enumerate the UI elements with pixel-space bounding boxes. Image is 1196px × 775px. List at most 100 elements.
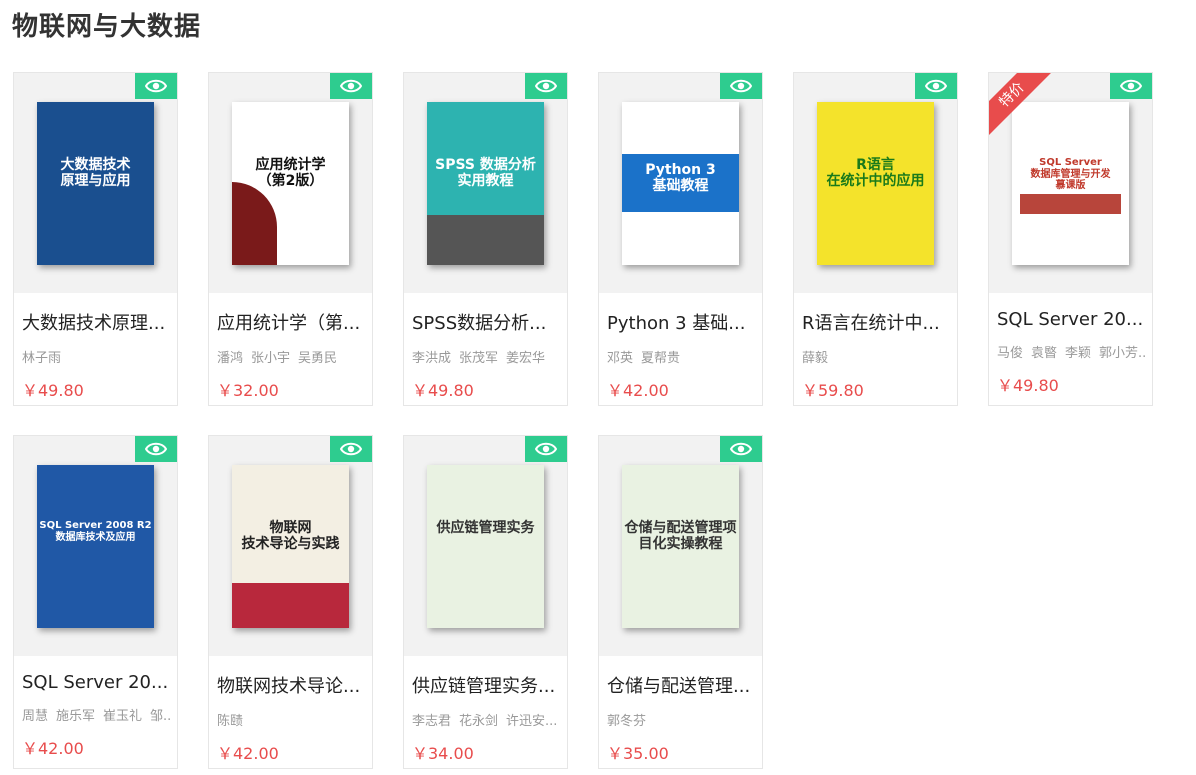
book-card[interactable]: 供应链管理实务 供应链管理实务... 李志君 花永剑 许迅安... ￥34.00 [403, 435, 568, 769]
book-cover-text: 物联网 技术导论与实践 [241, 520, 340, 553]
book-cover-image[interactable]: SQL Server 数据库管理与开发 慕课版 [1012, 102, 1129, 265]
author-name[interactable]: 潘鸿 [217, 351, 243, 365]
book-title[interactable]: SPSS数据分析... [412, 309, 562, 335]
book-card[interactable]: 物联网 技术导论与实践 物联网技术导论... 陈赜 ￥42.00 [208, 435, 373, 769]
book-cover-area[interactable]: SQL Server 2008 R2 数据库技术及应用 [14, 436, 177, 656]
author-name[interactable]: 周慧 [22, 709, 48, 723]
book-title[interactable]: SQL Server 20... [997, 309, 1147, 330]
author-name[interactable]: 郭冬芬 [607, 714, 646, 728]
book-title[interactable]: SQL Server 20... [22, 672, 172, 693]
book-cover-text: SQL Server 数据库管理与开发 慕课版 [1030, 157, 1111, 191]
book-card[interactable]: SQL Server 数据库管理与开发 慕课版 特价 SQL Server 20..… [988, 72, 1153, 406]
book-info: Python 3 基础... 邓英 夏帮贵 ￥42.00 [607, 293, 757, 401]
author-name[interactable]: 夏帮贵 [641, 351, 680, 365]
book-title[interactable]: 大数据技术原理... [22, 309, 172, 335]
book-info: SQL Server 20... 周慧施乐军崔玉礼邹... ￥42.00 [22, 656, 172, 759]
book-price: ￥32.00 [217, 381, 279, 400]
author-name[interactable]: 邹... [150, 709, 172, 723]
book-title[interactable]: 仓储与配送管理... [607, 672, 757, 698]
book-info: SQL Server 20... 马俊 袁暋 李颖 郭小芳... ￥49.80 [997, 293, 1147, 396]
book-price: ￥42.00 [607, 381, 669, 400]
preview-eye-icon[interactable] [330, 73, 372, 99]
preview-eye-icon[interactable] [135, 73, 177, 99]
book-authors: 马俊 袁暋 李颖 郭小芳... [997, 342, 1147, 360]
book-cover-image[interactable]: 仓储与配送管理项目化实操教程 [622, 465, 739, 628]
book-title[interactable]: 供应链管理实务... [412, 672, 562, 698]
author-name[interactable]: 张茂军 [459, 351, 498, 365]
preview-eye-icon[interactable] [720, 73, 762, 99]
author-name[interactable]: 陈赜 [217, 714, 243, 728]
book-authors: 邓英 夏帮贵 [607, 347, 757, 365]
author-name[interactable]: 邓英 [607, 351, 633, 365]
author-name[interactable]: 李志君 [412, 714, 451, 728]
book-info: 物联网技术导论... 陈赜 ￥42.00 [217, 656, 367, 764]
book-info: 供应链管理实务... 李志君 花永剑 许迅安... ￥34.00 [412, 656, 562, 764]
book-card[interactable]: R语言 在统计中的应用 R语言在统计中... 薛毅 ￥59.80 [793, 72, 958, 406]
book-price: ￥49.80 [22, 381, 84, 400]
preview-eye-icon[interactable] [330, 436, 372, 462]
book-cover-image[interactable]: 大数据技术 原理与应用 [37, 102, 154, 265]
author-name[interactable]: 林子雨 [22, 351, 61, 365]
preview-eye-icon[interactable] [525, 436, 567, 462]
book-info: 仓储与配送管理... 郭冬芬 ￥35.00 [607, 656, 757, 764]
book-cover-area[interactable]: R语言 在统计中的应用 [794, 73, 957, 293]
book-authors: 郭冬芬 [607, 710, 757, 728]
author-name[interactable]: 崔玉礼 [103, 709, 142, 723]
book-title[interactable]: 物联网技术导论... [217, 672, 367, 698]
book-cover-text: R语言 在统计中的应用 [826, 157, 925, 190]
book-cover-area[interactable]: SQL Server 数据库管理与开发 慕课版 特价 [989, 73, 1152, 293]
book-cover-area[interactable]: SPSS 数据分析 实用教程 [404, 73, 567, 293]
book-info: SPSS数据分析... 李洪成 张茂军 姜宏华 ￥49.80 [412, 293, 562, 401]
author-name[interactable]: 薛毅 [802, 351, 828, 365]
section-title: 物联网与大数据 [12, 12, 202, 42]
preview-eye-icon[interactable] [525, 73, 567, 99]
book-info: 大数据技术原理... 林子雨 ￥49.80 [22, 293, 172, 401]
book-card[interactable]: SPSS 数据分析 实用教程 SPSS数据分析... 李洪成 张茂军 姜宏华 ￥49.80 [403, 72, 568, 406]
author-name[interactable]: 吴勇民 [298, 351, 337, 365]
book-cover-image[interactable]: SPSS 数据分析 实用教程 [427, 102, 544, 265]
author-name[interactable]: 许迅安... [506, 714, 557, 728]
book-cover-image[interactable]: 供应链管理实务 [427, 465, 544, 628]
preview-eye-icon[interactable] [135, 436, 177, 462]
book-authors: 李志君 花永剑 许迅安... [412, 710, 562, 728]
book-card[interactable]: 应用统计学 （第2版） 应用统计学（第... 潘鸿 张小宇 吴勇民 ￥32.00 [208, 72, 373, 406]
book-cover-image[interactable]: R语言 在统计中的应用 [817, 102, 934, 265]
book-cover-text: 应用统计学 （第2版） [255, 157, 326, 190]
book-cover-area[interactable]: 应用统计学 （第2版） [209, 73, 372, 293]
preview-eye-icon[interactable] [1110, 73, 1152, 99]
book-card[interactable]: 大数据技术 原理与应用大数据技术原理... 林子雨 ￥49.80 [13, 72, 178, 406]
author-name[interactable]: 姜宏华 [506, 351, 545, 365]
author-name[interactable]: 郭小芳... [1099, 346, 1147, 360]
book-cover-area[interactable]: 物联网 技术导论与实践 [209, 436, 372, 656]
book-price: ￥35.00 [607, 744, 669, 763]
preview-eye-icon[interactable] [915, 73, 957, 99]
book-card[interactable]: SQL Server 2008 R2 数据库技术及应用 SQL Server 20… [13, 435, 178, 769]
book-card[interactable]: 仓储与配送管理项目化实操教程仓储与配送管理... 郭冬芬 ￥35.00 [598, 435, 763, 769]
author-name[interactable]: 李洪成 [412, 351, 451, 365]
author-name[interactable]: 马俊 [997, 346, 1023, 360]
book-title[interactable]: 应用统计学（第... [217, 309, 367, 335]
book-price: ￥42.00 [22, 739, 84, 758]
author-name[interactable]: 张小宇 [251, 351, 290, 365]
book-cover-area[interactable]: 供应链管理实务 [404, 436, 567, 656]
author-name[interactable]: 施乐军 [56, 709, 95, 723]
book-cover-image[interactable]: Python 3 基础教程 [622, 102, 739, 265]
author-name[interactable]: 袁暋 [1031, 346, 1057, 360]
author-name[interactable]: 李颖 [1065, 346, 1091, 360]
book-cover-image[interactable]: SQL Server 2008 R2 数据库技术及应用 [37, 465, 154, 628]
book-authors: 周慧施乐军崔玉礼邹... [22, 705, 172, 723]
preview-eye-icon[interactable] [720, 436, 762, 462]
book-cover-text: 仓储与配送管理项目化实操教程 [624, 520, 737, 553]
book-cover-image[interactable]: 物联网 技术导论与实践 [232, 465, 349, 628]
book-cover-area[interactable]: Python 3 基础教程 [599, 73, 762, 293]
author-name[interactable]: 花永剑 [459, 714, 498, 728]
book-price: ￥49.80 [412, 381, 474, 400]
book-cover-area[interactable]: 大数据技术 原理与应用 [14, 73, 177, 293]
book-title[interactable]: Python 3 基础... [607, 309, 757, 335]
book-card[interactable]: Python 3 基础教程 Python 3 基础... 邓英 夏帮贵 ￥42.00 [598, 72, 763, 406]
book-title[interactable]: R语言在统计中... [802, 309, 952, 335]
book-info: R语言在统计中... 薛毅 ￥59.80 [802, 293, 952, 401]
book-cover-area[interactable]: 仓储与配送管理项目化实操教程 [599, 436, 762, 656]
book-price: ￥49.80 [997, 376, 1059, 395]
book-cover-image[interactable]: 应用统计学 （第2版） [232, 102, 349, 265]
